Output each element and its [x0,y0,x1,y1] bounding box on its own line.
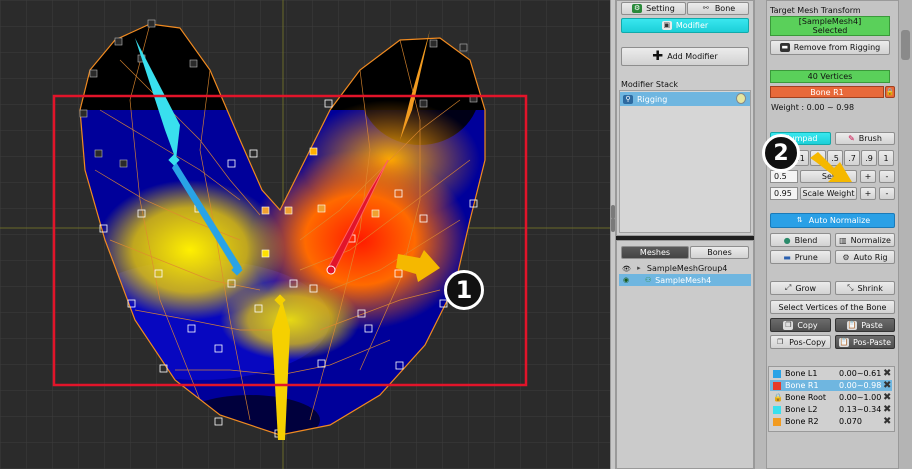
color-swatch [773,417,781,426]
add-modifier-button[interactable]: ✚ Add Modifier [621,47,749,66]
set-value-field[interactable]: 0.5 [770,170,798,183]
group-icon: ▸ [637,264,641,272]
remove-from-rigging-button[interactable]: ▬ Remove from Rigging [770,40,890,55]
delete-icon[interactable]: ✖ [883,380,891,391]
auto-rig-icon: ⚙ [842,252,850,262]
modifier-stack-title: Modifier Stack [621,80,679,89]
right-scrollbar[interactable] [898,0,912,469]
modifier-item-rigging[interactable]: ⚲ Rigging [620,92,750,106]
normalize-button[interactable]: ▥ Normalize [835,233,895,247]
bone-weight-row[interactable]: Bone L2 0.13~0.34 ✖ [770,404,892,415]
delete-icon[interactable]: ✖ [883,416,891,427]
bone-weight-row[interactable]: 🔒 Bone Root 0.00~1.00 ✖ [770,392,892,403]
color-swatch [773,381,781,390]
brush-tab[interactable]: ✎ Brush [835,132,895,145]
modifier-stack-list [619,90,751,233]
grow-icon: ⤢ [784,283,792,292]
plus-icon: ✚ [652,49,664,64]
copy-icon: ❐ [783,320,794,330]
callout-marker-1: 1 [444,270,484,310]
paste-icon: 📋 [838,337,849,347]
middle-scrollbar[interactable] [754,0,766,469]
splitter-handle[interactable] [611,205,615,219]
paste-button[interactable]: 📋 Paste [835,318,895,332]
target-title: Target Mesh Transform [770,6,861,15]
pos-paste-button[interactable]: 📋 Pos-Paste [835,335,895,349]
prune-icon: ▬ [783,252,791,262]
color-swatch [773,369,781,378]
tab-modifier[interactable]: ▣ Modifier [621,18,749,33]
splitter-handle[interactable] [611,218,615,232]
delete-icon[interactable]: ✖ [883,368,891,379]
mesh-canvas[interactable] [0,0,610,469]
mesh-viewport[interactable]: 1 [0,0,610,469]
auto-normalize-button[interactable]: ⇅ Auto Normalize [770,213,895,228]
remove-icon: ▬ [779,43,790,52]
scale-minus-button[interactable]: - [879,187,895,200]
copy-button[interactable]: ❐ Copy [770,318,831,332]
bone-weight-row[interactable]: Bone R2 0.070 ✖ [770,416,892,427]
lock-button[interactable]: 🔒 [885,86,895,98]
shrink-icon: ⤡ [847,283,854,292]
tab-meshes[interactable]: Meshes [621,246,689,259]
select-vertices-button[interactable]: Select Vertices of the Bone [770,300,895,314]
normalize-icon: ⇅ [796,216,803,224]
delete-icon[interactable]: ✖ [883,392,891,403]
shrink-button[interactable]: ⤡ Shrink [835,281,895,295]
setting-icon: ⚙ [632,4,643,13]
scrollbar-thumb[interactable] [901,30,910,60]
vertex-count: 40 Vertices [770,70,890,83]
tree-item-group[interactable]: 👁 ▸ SampleMeshGroup4 [622,264,727,273]
bone-weight-row-selected[interactable]: Bone R1 0.00~0.98 ✖ [770,380,892,391]
callout-arrow-2 [810,152,852,182]
normalize-icon: ▥ [839,235,847,245]
selected-bone-label: Bone R1 [770,86,884,98]
tab-bones[interactable]: Bones [690,246,749,259]
tab-setting[interactable]: ⚙ Setting [621,2,686,15]
brush-icon: ✎ [848,134,855,143]
rigging-icon: ⚲ [623,94,633,104]
eye-icon[interactable]: ◉ [623,276,629,285]
tab-bone[interactable]: ⚯ Bone [687,2,749,15]
auto-rig-button[interactable]: ⚙ Auto Rig [835,250,895,264]
bulb-icon[interactable] [736,93,746,104]
blend-icon: ● [783,235,791,245]
lock-icon: 🔒 [885,88,895,96]
scale-value-field[interactable]: 0.95 [770,187,798,200]
color-swatch [773,405,781,414]
lock-icon: 🔒 [773,392,783,402]
grow-button[interactable]: ⤢ Grow [770,281,831,295]
weight-range: Weight : 0.00 ~ 0.98 [771,103,855,112]
copy-icon: ❐ [776,337,784,346]
tree-item-mesh[interactable]: ◉ ⚇ SampleMesh4 [619,274,751,286]
weight-1-button[interactable]: 1 [878,150,894,166]
selected-mesh-indicator: [SampleMesh4] Selected [770,16,890,36]
prune-button[interactable]: ▬ Prune [770,250,831,264]
paste-icon: 📋 [847,320,858,330]
eye-icon[interactable]: 👁 [622,265,631,273]
modifier-icon: ▣ [661,21,672,30]
bone-icon: ⚯ [702,4,709,12]
callout-marker-2: 2 [762,134,800,172]
blend-button[interactable]: ● Blend [770,233,831,247]
bone-weight-row[interactable]: Bone L1 0.00~0.61 ✖ [770,368,892,379]
set-minus-button[interactable]: - [879,170,895,183]
delete-icon[interactable]: ✖ [883,404,891,415]
pos-copy-button[interactable]: ❐ Pos-Copy [770,335,831,349]
mesh-icon: ⚇ [644,275,652,284]
